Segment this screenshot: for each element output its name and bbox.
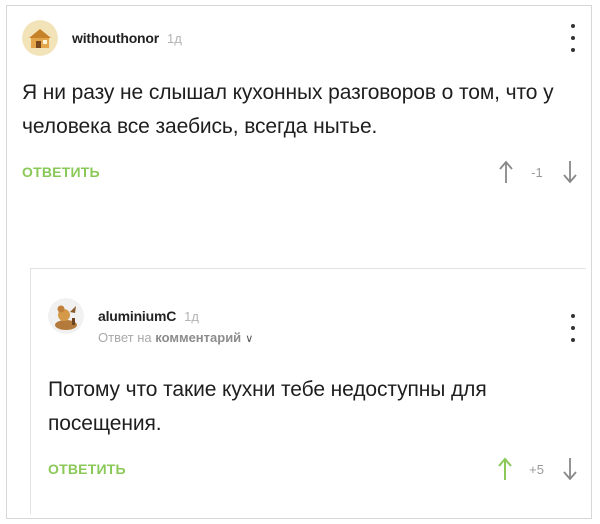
- vote-controls: -1: [498, 158, 578, 186]
- reply-thread-line: [30, 268, 31, 514]
- avatar[interactable]: [22, 20, 58, 56]
- reply-to-link[interactable]: комментарий: [155, 330, 241, 345]
- arrow-down-icon[interactable]: [562, 456, 578, 482]
- timestamp: 1д: [184, 308, 199, 324]
- comment-text: Я ни разу не слышал кухонных разговоров …: [22, 81, 554, 138]
- avatar[interactable]: [48, 298, 84, 334]
- username[interactable]: withouthonor: [72, 30, 159, 46]
- score: +5: [529, 461, 544, 477]
- reply-to-prefix: Ответ на: [98, 330, 152, 345]
- comment-text: Потому что такие кухни тебе недоступны д…: [48, 378, 487, 435]
- reply-to-info: Ответ на комментарий ∨: [98, 330, 582, 345]
- score: -1: [531, 164, 543, 180]
- reply-button[interactable]: ОТВЕТИТЬ: [22, 164, 100, 180]
- arrow-down-icon[interactable]: [562, 159, 578, 185]
- chevron-down-icon[interactable]: ∨: [245, 333, 253, 345]
- reply-button[interactable]: ОТВЕТИТЬ: [48, 461, 126, 477]
- arrow-up-icon[interactable]: [498, 159, 514, 185]
- kebab-menu-icon[interactable]: [568, 24, 578, 52]
- comment-actions: ОТВЕТИТЬ -1: [22, 158, 582, 188]
- reply-comment: aluminiumC 1д Ответ на комментарий ∨ Пото…: [48, 296, 582, 485]
- arrow-up-icon[interactable]: [497, 456, 513, 482]
- comment-header: withouthonor 1д: [22, 18, 582, 58]
- comment: withouthonor 1д Я ни разу не слышал кухо…: [22, 18, 582, 188]
- comment-actions: ОТВЕТИТЬ +5: [48, 455, 582, 485]
- kebab-menu-icon[interactable]: [568, 314, 578, 342]
- vote-controls: +5: [497, 455, 578, 483]
- timestamp: 1д: [167, 30, 182, 46]
- reply-thread-divider: [30, 268, 586, 269]
- username[interactable]: aluminiumC: [98, 308, 176, 324]
